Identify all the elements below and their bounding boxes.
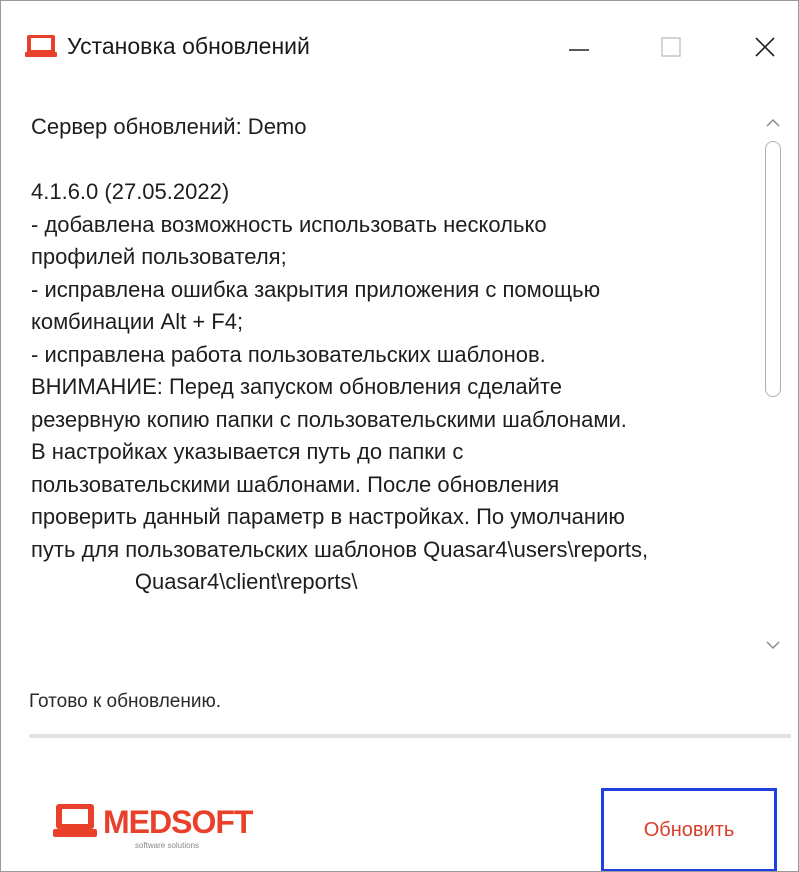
- medsoft-logo-icon: [25, 35, 57, 57]
- title-bar[interactable]: Установка обновлений: [1, 1, 798, 85]
- notes-line: ВНИМАНИЕ: Перед запуском обновления сдел…: [31, 374, 562, 399]
- release-notes-panel[interactable]: Сервер обновлений: Demo 4.1.6.0 (27.05.2…: [1, 101, 798, 653]
- logo-brand-text: MEDSOFT: [103, 804, 253, 840]
- logo-tagline: software solutions: [135, 841, 200, 850]
- scrollbar-thumb[interactable]: [765, 141, 781, 397]
- update-dialog-window: Установка обновлений Сервер обновлений: …: [0, 0, 799, 872]
- medsoft-logo-icon: [53, 804, 97, 837]
- notes-line: путь для пользовательских шаблонов Quasa…: [31, 536, 649, 562]
- update-button[interactable]: Обновить: [601, 788, 777, 871]
- notes-line: пользовательскими шаблонами. После обнов…: [31, 471, 560, 497]
- minimize-icon: [569, 49, 589, 51]
- minimize-button[interactable]: [549, 19, 609, 75]
- notes-line: - исправлена работа пользовательских шаб…: [31, 341, 546, 367]
- medsoft-logo: MEDSOFT software solutions: [53, 801, 253, 857]
- notes-line: [31, 144, 757, 177]
- notes-line: проверить данный параметр в настройках. …: [31, 504, 625, 529]
- status-text: Готово к обновлению.: [29, 691, 221, 712]
- notes-line: резервную копию папки с пользовательским…: [31, 406, 627, 432]
- chevron-up-icon: [766, 118, 780, 127]
- scroll-down-button[interactable]: [757, 633, 789, 653]
- maximize-button[interactable]: [641, 19, 701, 75]
- window-title: Установка обновлений: [67, 33, 310, 59]
- maximize-icon: [661, 37, 681, 57]
- notes-line: профилей пользователя;: [31, 244, 287, 269]
- notes-line: Quasar4\client\reports\: [31, 569, 358, 594]
- scroll-up-button[interactable]: [757, 111, 789, 135]
- chevron-down-icon: [766, 641, 780, 650]
- close-button[interactable]: [735, 19, 795, 75]
- divider: [29, 734, 791, 738]
- vertical-scrollbar[interactable]: [757, 111, 789, 653]
- notes-line: В настройках указывается путь до папки с: [31, 439, 464, 464]
- notes-line: Сервер обновлений: Demo: [31, 114, 307, 139]
- notes-line: 4.1.6.0 (27.05.2022): [31, 179, 230, 204]
- notes-line: - исправлена ошибка закрытия приложения …: [31, 276, 601, 302]
- release-notes-text: Сервер обновлений: Demo 4.1.6.0 (27.05.2…: [31, 111, 757, 653]
- close-icon: [755, 37, 775, 57]
- notes-line: - добавлена возможность использовать нес…: [31, 211, 547, 237]
- notes-line: комбинации Alt + F4;: [31, 309, 244, 334]
